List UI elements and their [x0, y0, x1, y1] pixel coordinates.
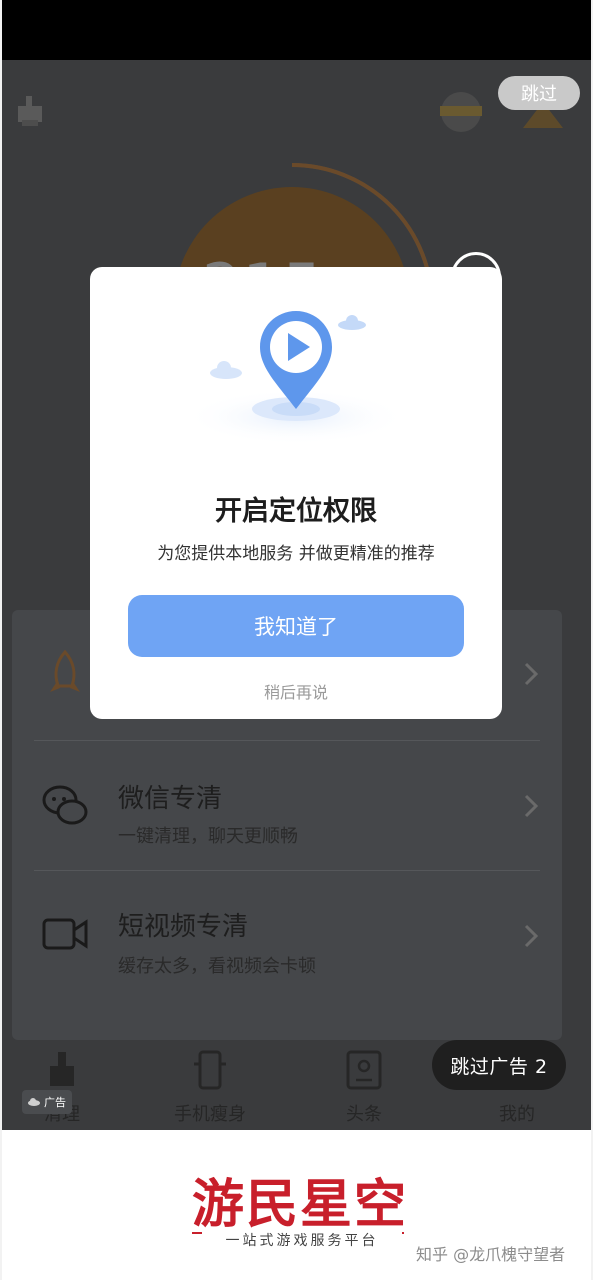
list-item-subtitle: 一键清理，聊天更顺畅 [118, 826, 298, 847]
location-permission-dialog: 开启定位权限 为您提供本地服务 并做更精准的推荐 我知道了 稍后再说 [90, 267, 502, 719]
phone-screen: 跳过 215MB [2, 0, 591, 1280]
chevron-right-icon [524, 794, 538, 818]
list-item-title: 微信专清 [118, 784, 223, 814]
broom-icon [50, 1052, 74, 1086]
skip-button[interactable]: 跳过 [498, 76, 580, 110]
wechat-icon [42, 785, 88, 825]
cloud-icon [28, 1098, 40, 1106]
skip-ad-button[interactable]: 跳过广告 2 [432, 1040, 566, 1090]
list-item-title: 短视频专清 [118, 912, 249, 942]
watermark-text: 知乎 @龙爪槐守望者 [416, 1245, 566, 1264]
ad-label-badge: 广告 [22, 1090, 72, 1114]
bottom-ad-banner[interactable]: 游民星空 一站式游戏服务平台 知乎 @龙爪槐守望者 [2, 1130, 591, 1280]
chevron-right-icon [524, 924, 538, 948]
badge-icon [440, 92, 482, 132]
news-icon [346, 1050, 382, 1090]
rocket-icon [50, 649, 80, 692]
chevron-right-icon [524, 662, 538, 686]
tab-phone-slim[interactable]: 手机瘦身 [150, 1050, 270, 1130]
dialog-description: 为您提供本地服务 并做更精准的推荐 [157, 544, 435, 564]
dialog-title: 开启定位权限 [215, 496, 377, 527]
tab-label: 手机瘦身 [174, 1104, 246, 1125]
ad-label-text: 广告 [44, 1096, 66, 1109]
tab-news[interactable]: 头条 [304, 1050, 424, 1130]
tab-label: 我的 [499, 1104, 535, 1125]
brand-logo-text: 游民星空 [192, 1174, 409, 1235]
location-pin-illustration [184, 311, 408, 445]
list-item-wechat[interactable]: 微信专清 一键清理，聊天更顺畅 [12, 740, 562, 870]
list-item-short-video[interactable]: 短视频专清 缓存太多，看视频会卡顿 [12, 870, 562, 1000]
confirm-button[interactable]: 我知道了 [128, 595, 464, 657]
tab-label: 头条 [346, 1104, 382, 1125]
phone-icon [194, 1050, 226, 1090]
status-bar [2, 0, 591, 60]
video-camera-icon [42, 918, 88, 950]
list-item-subtitle: 缓存太多，看视频会卡顿 [118, 956, 316, 977]
broom-icon [18, 96, 42, 126]
brand-tagline: 一站式游戏服务平台 [202, 1230, 402, 1250]
later-button[interactable]: 稍后再说 [90, 679, 502, 703]
